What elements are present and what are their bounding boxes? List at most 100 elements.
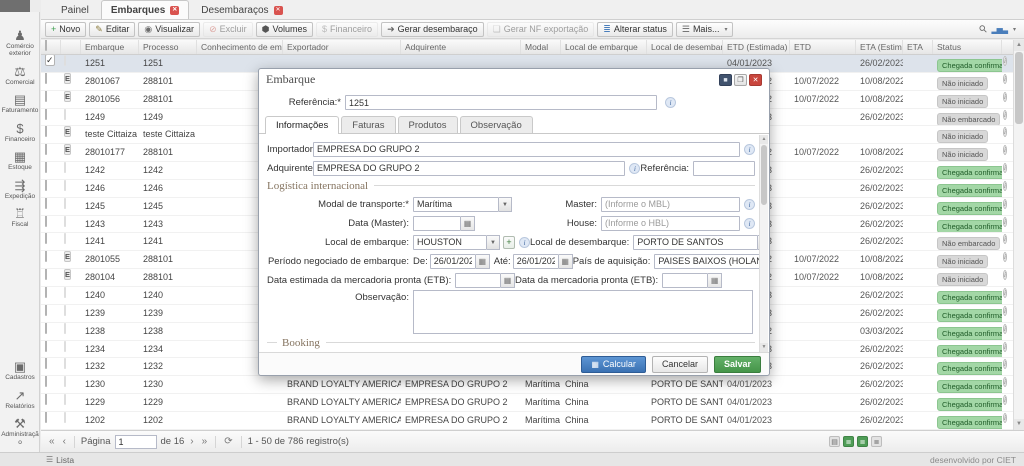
file-export-icon[interactable]: ≣ xyxy=(871,436,882,447)
info-icon[interactable]: i xyxy=(1003,359,1007,369)
mais-button[interactable]: ☰Mais...▾ xyxy=(676,22,734,37)
info-icon[interactable]: i xyxy=(1003,413,1007,423)
info-icon[interactable]: i xyxy=(1003,395,1007,405)
row-checkbox[interactable] xyxy=(45,198,47,209)
column-header-etaestimada[interactable]: ETA (Estimada) xyxy=(856,40,903,54)
local-desembarque-select[interactable] xyxy=(633,235,758,250)
chevron-down-icon[interactable]: ▼ xyxy=(487,235,500,250)
info-icon[interactable]: i xyxy=(1003,56,1007,66)
importador-input[interactable] xyxy=(313,142,740,157)
sidebar-item-comercio-exterior[interactable]: ♟Comércio exterior xyxy=(0,26,40,62)
etb-input[interactable] xyxy=(662,273,708,288)
etb-estimada-input[interactable] xyxy=(455,273,501,288)
modal-tab-faturas[interactable]: Faturas xyxy=(341,116,395,133)
sheet-export-icon[interactable]: ≣ xyxy=(857,436,868,447)
calendar-icon[interactable]: ▦ xyxy=(461,216,475,231)
sidebar-item-expedicao[interactable]: ⇶Expedição xyxy=(0,176,40,204)
local-embarque-select[interactable] xyxy=(413,235,487,250)
tab-embarques[interactable]: Embarques✕ xyxy=(101,0,189,19)
scroll-up-icon[interactable]: ▲ xyxy=(1014,40,1024,51)
table-row[interactable]: 12301230BRAND LOYALTY AMERICAS BVEMPRESA… xyxy=(41,376,1014,394)
row-checkbox[interactable] xyxy=(45,126,47,137)
column-header-embarque[interactable]: Embarque xyxy=(81,40,139,54)
close-icon[interactable]: ✕ xyxy=(749,74,762,86)
pin-icon[interactable]: ■ xyxy=(719,74,732,86)
sidebar-item-financeiro[interactable]: $Financeiro xyxy=(0,119,40,147)
calendar-icon[interactable]: ▦ xyxy=(476,254,490,269)
row-checkbox[interactable] xyxy=(45,412,47,423)
row-checkbox[interactable] xyxy=(45,376,47,387)
sidebar-item-relatorios[interactable]: ↗Relatórios xyxy=(0,386,40,414)
referencia-input[interactable] xyxy=(345,95,657,110)
info-icon[interactable]: i xyxy=(629,163,640,174)
select-all-checkbox[interactable] xyxy=(45,40,47,51)
modal-tab-produtos[interactable]: Produtos xyxy=(398,116,458,133)
row-checkbox[interactable] xyxy=(45,341,47,352)
info-icon[interactable]: i xyxy=(1003,324,1007,334)
info-icon[interactable]: i xyxy=(1003,342,1007,352)
column-header-etd[interactable]: ETD xyxy=(790,40,856,54)
chevron-down-icon[interactable]: ▼ xyxy=(499,197,512,212)
modal-transporte-select[interactable] xyxy=(413,197,499,212)
prev-page-button[interactable]: ‹ xyxy=(61,436,68,447)
scrollbar-thumb[interactable] xyxy=(761,145,767,205)
page-input[interactable] xyxy=(115,435,157,449)
observacao-textarea[interactable] xyxy=(413,290,753,334)
info-icon[interactable]: i xyxy=(744,199,755,210)
calendar-icon[interactable]: ▦ xyxy=(708,273,722,288)
modal-tab-informacoes[interactable]: Informações xyxy=(265,116,339,134)
info-icon[interactable]: i xyxy=(1003,270,1007,280)
salvar-button[interactable]: Salvar xyxy=(714,356,761,373)
column-header-check[interactable] xyxy=(41,40,61,54)
calcular-button[interactable]: ▦Calcular xyxy=(581,356,646,373)
house-input[interactable] xyxy=(601,216,740,231)
column-header-eta[interactable]: ETA xyxy=(903,40,933,54)
row-checkbox[interactable] xyxy=(45,180,47,191)
adquirente-input[interactable] xyxy=(313,161,625,176)
excel-export-icon[interactable]: ≣ xyxy=(843,436,854,447)
info-icon[interactable]: i xyxy=(1003,217,1007,227)
gerar-desembaraco-button[interactable]: ➜Gerar desembaraço xyxy=(381,22,484,37)
sidebar-item-cadastros[interactable]: ▣Cadastros xyxy=(0,357,40,385)
info-icon[interactable]: i xyxy=(1003,163,1007,173)
scroll-up-icon[interactable]: ▲ xyxy=(760,135,768,144)
data-master-input[interactable] xyxy=(413,216,461,231)
row-checkbox[interactable] xyxy=(45,91,47,102)
row-checkbox[interactable] xyxy=(45,269,47,280)
row-checkbox[interactable] xyxy=(45,233,47,244)
info-icon[interactable]: i xyxy=(519,237,530,248)
view-mode-label[interactable]: Lista xyxy=(56,455,74,465)
grid-scrollbar[interactable]: ▲ ▼ xyxy=(1013,40,1024,430)
row-checkbox[interactable] xyxy=(45,287,47,298)
info-icon[interactable]: i xyxy=(744,144,755,155)
row-checkbox[interactable] xyxy=(45,394,47,405)
tab-painel[interactable]: Painel xyxy=(51,0,99,19)
scrollbar-thumb[interactable] xyxy=(1015,52,1023,124)
chart-icon[interactable]: ▂▅▃ xyxy=(992,25,1007,34)
volumes-button[interactable]: ⬢Volumes xyxy=(256,22,313,37)
row-checkbox[interactable] xyxy=(45,144,47,155)
info-icon[interactable]: i xyxy=(744,218,755,229)
table-row[interactable]: 12291229BRAND LOYALTY AMERICAS BVEMPRESA… xyxy=(41,394,1014,412)
column-header-etdestimada[interactable]: ETD (Estimada) xyxy=(723,40,790,54)
column-header-status[interactable]: Status xyxy=(933,40,1002,54)
close-tab-icon[interactable]: ✕ xyxy=(274,6,283,15)
scroll-down-icon[interactable]: ▼ xyxy=(1014,419,1024,430)
scroll-down-icon[interactable]: ▼ xyxy=(760,343,768,352)
tab-desembaracos[interactable]: Desembaraços✕ xyxy=(191,0,292,19)
info-icon[interactable]: i xyxy=(1003,127,1007,137)
modal-tab-observacao[interactable]: Observação xyxy=(460,116,533,133)
info-icon[interactable]: i xyxy=(1003,306,1007,316)
column-header-modal[interactable]: Modal xyxy=(521,40,561,54)
row-checkbox[interactable] xyxy=(45,251,47,262)
printer-icon[interactable]: ▤ xyxy=(829,436,840,447)
row-checkbox[interactable] xyxy=(45,323,47,334)
sidebar-item-faturamento[interactable]: ▤Faturamento xyxy=(0,90,40,118)
next-page-button[interactable]: › xyxy=(188,436,195,447)
row-checkbox[interactable] xyxy=(45,216,47,227)
referencia-extra-input[interactable] xyxy=(693,161,755,176)
info-icon[interactable]: i xyxy=(1003,199,1007,209)
info-icon[interactable]: i xyxy=(1003,288,1007,298)
search-icon[interactable]: ⚲ xyxy=(977,23,990,36)
restore-icon[interactable]: ❐ xyxy=(734,74,747,86)
